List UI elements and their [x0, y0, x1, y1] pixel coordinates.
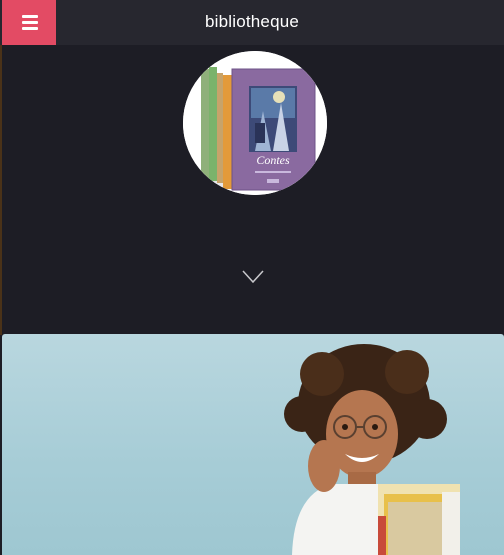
top-navigation-bar: bibliotheque — [0, 0, 504, 45]
student-with-books-photo — [284, 344, 460, 555]
hero-banner-image — [2, 334, 504, 555]
site-title: bibliotheque — [204, 12, 300, 31]
left-edge-accent — [0, 45, 2, 335]
book-set-image: Contes — [183, 51, 327, 195]
book-title: Contes — [256, 153, 290, 167]
profile-avatar: Contes — [183, 51, 327, 195]
chevron-down-icon — [242, 270, 264, 284]
scroll-down-button[interactable] — [242, 270, 264, 284]
